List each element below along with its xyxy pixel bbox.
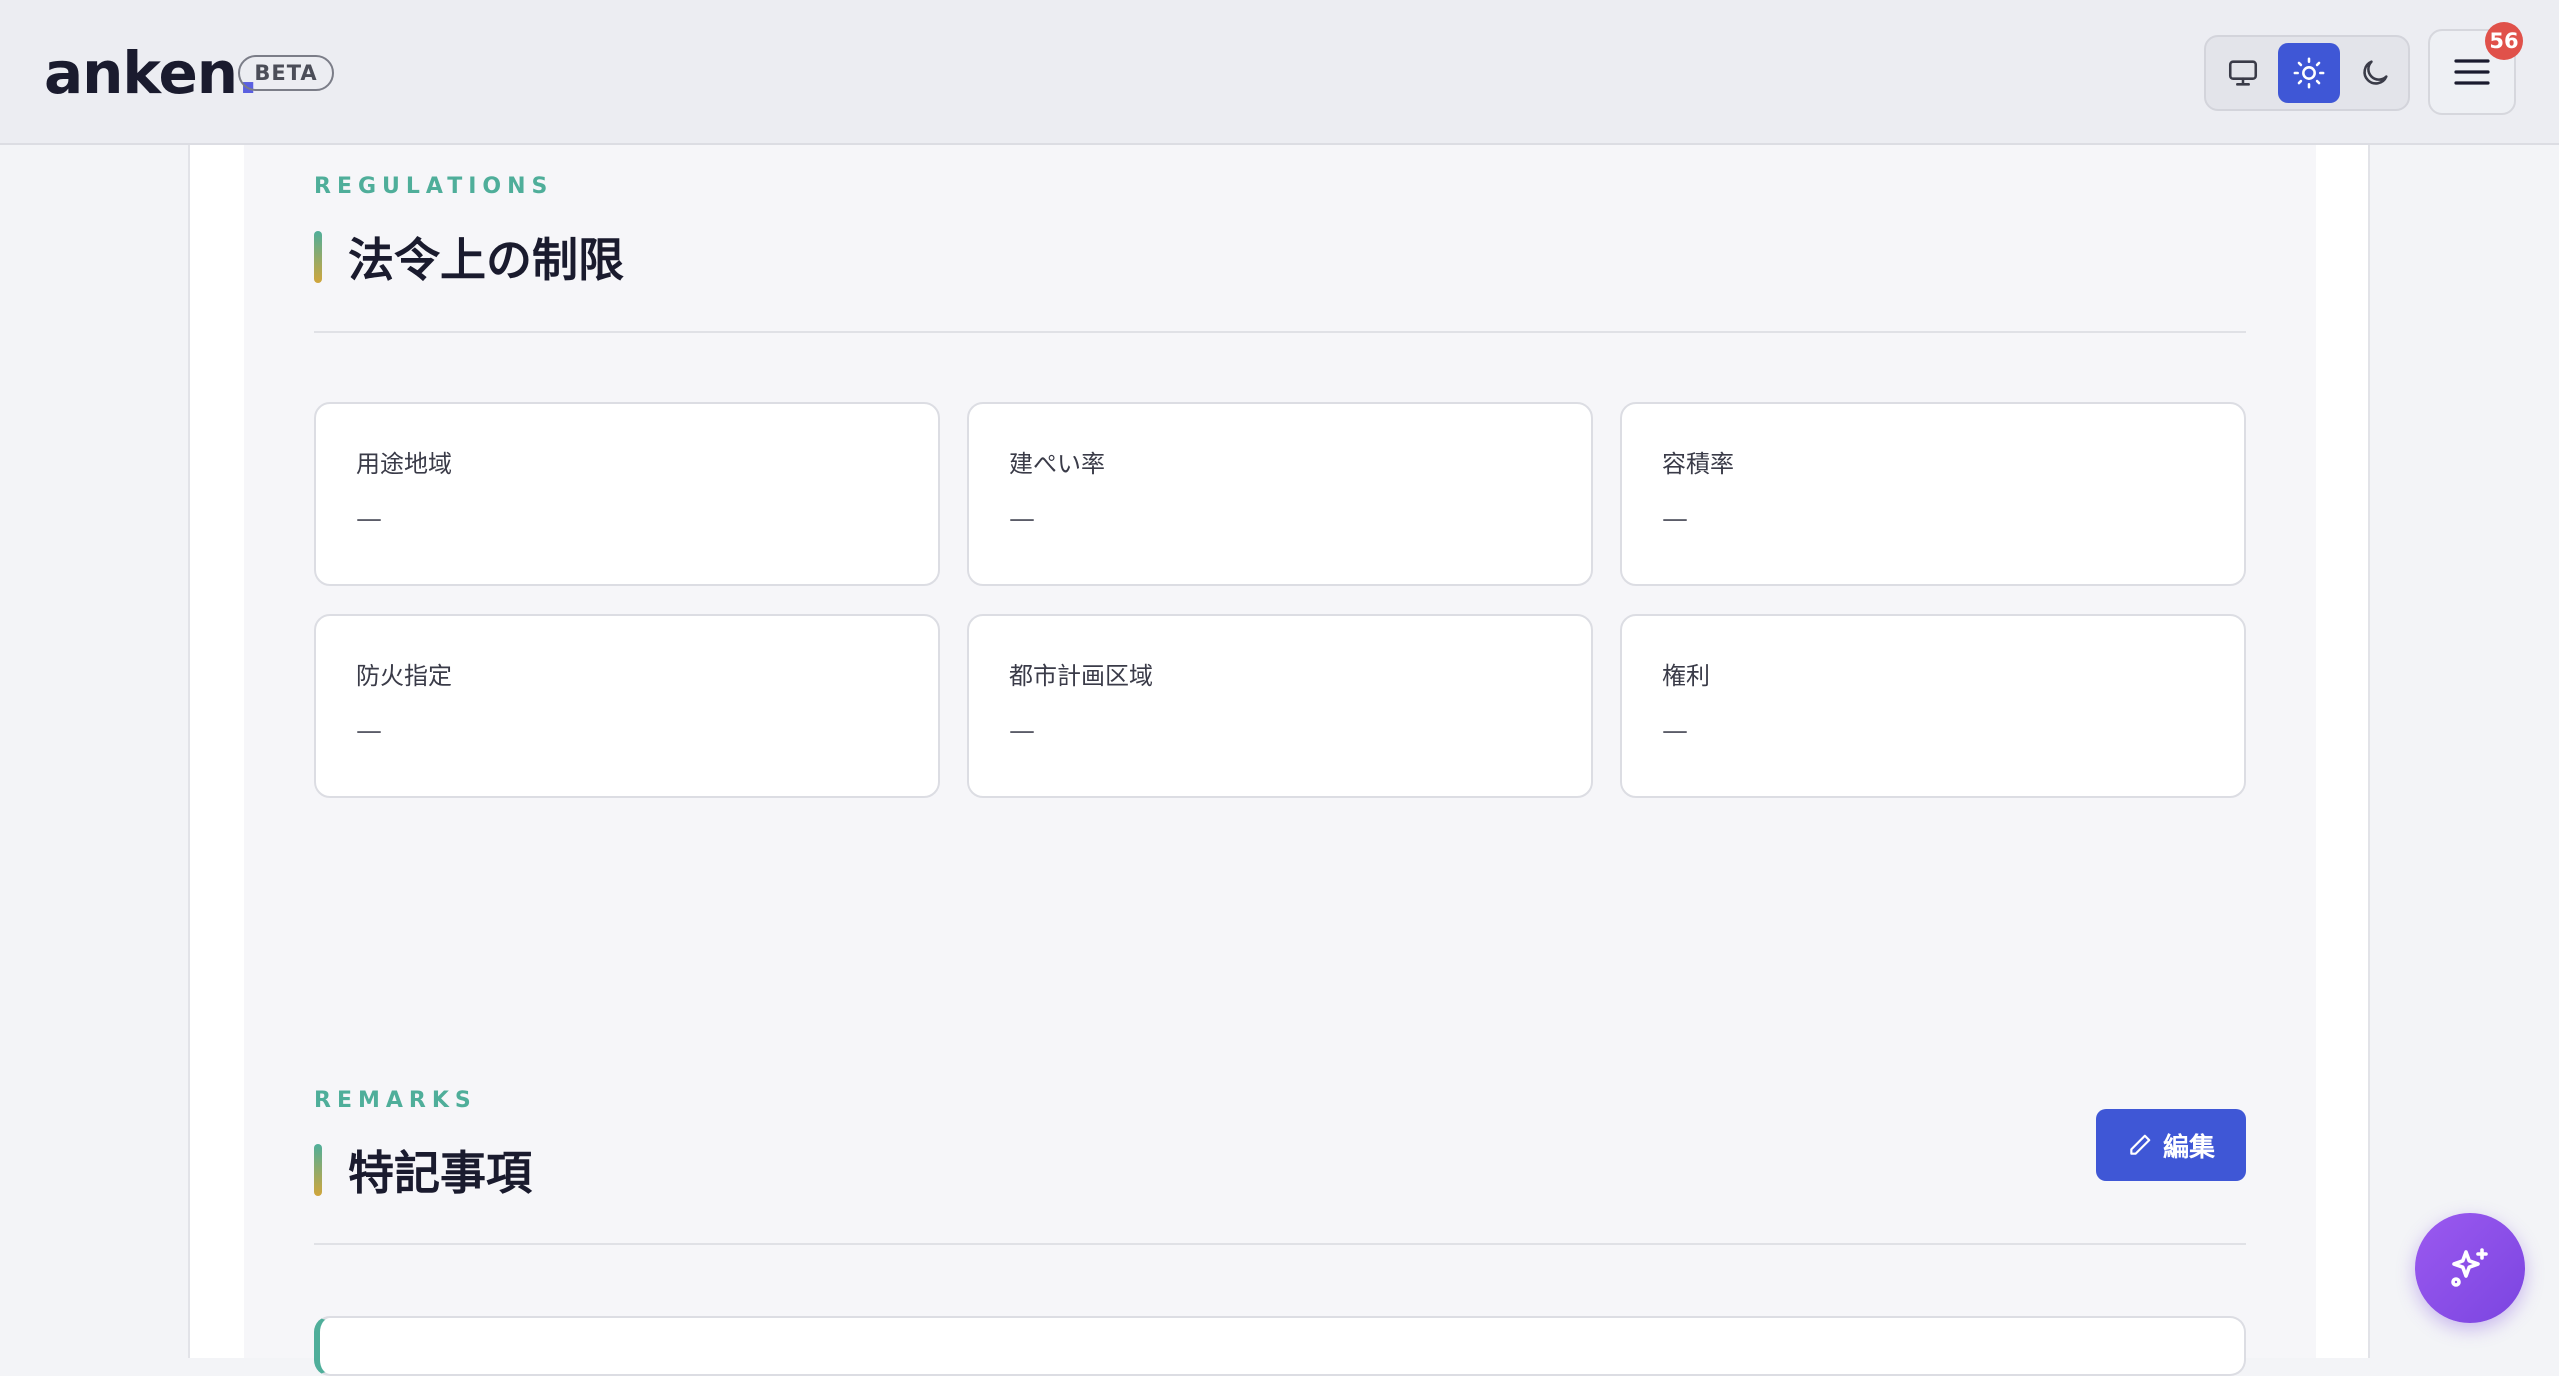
card-use-zone: 用途地域 — bbox=[314, 402, 940, 586]
regulations-title: 法令上の制限 bbox=[348, 233, 624, 287]
title-accent-bar bbox=[314, 231, 322, 283]
app-header: anken. BETA 56 bbox=[0, 0, 2559, 145]
edit-button[interactable]: 編集 bbox=[2096, 1109, 2246, 1181]
card-label: 権利 bbox=[1662, 662, 1710, 690]
card-floor-area-ratio: 容積率 — bbox=[1620, 402, 2246, 586]
moon-icon bbox=[2363, 60, 2388, 85]
monitor-icon bbox=[2228, 60, 2258, 86]
card-value: — bbox=[1009, 716, 1035, 746]
logo-text: anken bbox=[44, 39, 238, 107]
hamburger-icon bbox=[2454, 59, 2490, 85]
theme-system-button[interactable] bbox=[2212, 43, 2274, 103]
card-label: 防火指定 bbox=[356, 662, 452, 690]
sparkles-icon bbox=[2451, 1248, 2488, 1287]
card-fire-zone: 防火指定 — bbox=[314, 614, 940, 798]
remarks-eyebrow: REMARKS bbox=[314, 1088, 477, 1113]
theme-dark-button[interactable] bbox=[2344, 43, 2406, 103]
card-value: — bbox=[356, 504, 382, 534]
ai-assistant-button[interactable] bbox=[2415, 1213, 2525, 1323]
card-label: 都市計画区域 bbox=[1009, 662, 1153, 690]
remarks-card bbox=[314, 1316, 2246, 1376]
card-rights: 権利 — bbox=[1620, 614, 2246, 798]
card-label: 用途地域 bbox=[356, 450, 452, 478]
card-value: — bbox=[1662, 504, 1688, 534]
remarks-title: 特記事項 bbox=[348, 1146, 532, 1200]
card-label: 容積率 bbox=[1662, 450, 1734, 478]
beta-badge: BETA bbox=[238, 55, 334, 91]
theme-light-button[interactable] bbox=[2278, 43, 2340, 103]
pencil-icon bbox=[2130, 1134, 2151, 1155]
regulations-divider bbox=[314, 331, 2246, 333]
logo[interactable]: anken. bbox=[44, 38, 259, 108]
sun-icon bbox=[2293, 57, 2325, 89]
card-value: — bbox=[1662, 716, 1688, 746]
card-value: — bbox=[356, 716, 382, 746]
card-value: — bbox=[1009, 504, 1035, 534]
card-city-planning-area: 都市計画区域 — bbox=[967, 614, 1593, 798]
remarks-heading: 特記事項 bbox=[314, 1143, 532, 1200]
card-building-coverage: 建ぺい率 — bbox=[967, 402, 1593, 586]
edit-button-label: 編集 bbox=[2162, 1132, 2215, 1163]
remarks-divider bbox=[314, 1243, 2246, 1245]
notification-badge: 56 bbox=[2485, 22, 2523, 60]
regulations-heading: 法令上の制限 bbox=[314, 230, 624, 287]
card-label: 建ぺい率 bbox=[1009, 450, 1105, 478]
theme-switcher bbox=[2204, 35, 2410, 111]
regulations-eyebrow: REGULATIONS bbox=[314, 174, 554, 199]
title-accent-bar bbox=[314, 1144, 322, 1196]
